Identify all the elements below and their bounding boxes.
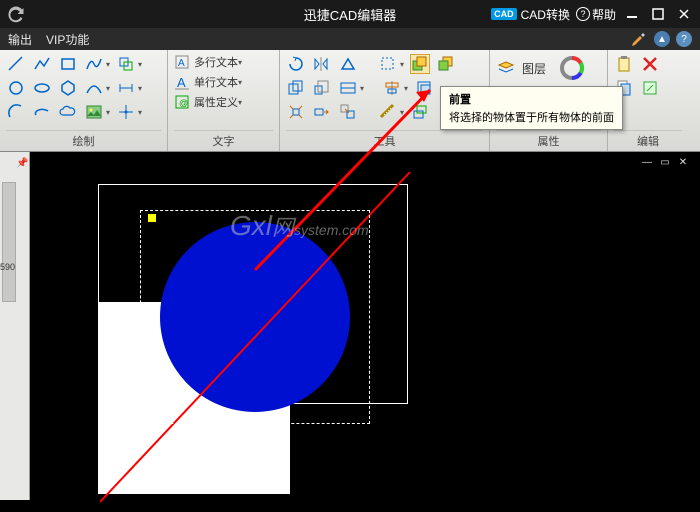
ribbon-group-text: A 多行文本 ▾ A 单行文本 ▾ @ 属性定义 ▾ 文字: [168, 50, 280, 151]
ribbon-group-draw: ▾ ▾ ▾ ▾ ▾ ▾ 绘制: [0, 50, 168, 151]
layer-button[interactable]: 图层: [522, 60, 546, 77]
help-label: 帮助: [592, 6, 616, 23]
cad-badge-icon: CAD: [491, 8, 517, 20]
pin-icon[interactable]: 📌: [16, 158, 28, 169]
selection-handle[interactable]: [148, 214, 156, 222]
crop-tool[interactable]: [414, 78, 434, 98]
curve-tool[interactable]: [84, 78, 104, 98]
point-tool[interactable]: [116, 102, 136, 122]
draw-group-label: 绘制: [6, 130, 161, 151]
flip-tool[interactable]: [338, 54, 358, 74]
polygon-tool[interactable]: [58, 78, 78, 98]
paste-button[interactable]: [614, 54, 634, 74]
tooltip-description: 将选择的物体置于所有物体的前面: [449, 109, 614, 125]
spline-tool[interactable]: [84, 54, 104, 74]
move-tool[interactable]: [338, 102, 358, 122]
selection-box[interactable]: [140, 210, 370, 424]
canvas-close-button[interactable]: ✕: [676, 156, 690, 168]
scrollbar-thumb[interactable]: [2, 182, 16, 302]
ellipse-tool[interactable]: [32, 78, 52, 98]
attr-define-label: 属性定义: [194, 94, 238, 110]
cut-button[interactable]: [640, 78, 660, 98]
edit-group-label: 编辑: [614, 130, 682, 151]
tooltip-title: 前置: [449, 91, 614, 107]
svg-text:A: A: [177, 75, 186, 90]
cad-convert-label: CAD转换: [521, 6, 570, 23]
rotate-tool[interactable]: [286, 54, 306, 74]
bring-front-tool[interactable]: [410, 54, 430, 74]
copy-tool[interactable]: [286, 78, 306, 98]
offset-tool[interactable]: [410, 102, 430, 122]
menu-vip[interactable]: VIP功能: [46, 31, 89, 48]
layer-manager-icon[interactable]: [496, 58, 516, 78]
cad-convert-button[interactable]: CAD CAD转换: [491, 6, 570, 23]
multiline-text-button[interactable]: A 多行文本 ▾: [174, 54, 273, 70]
layer-label: 图层: [522, 60, 546, 77]
app-title: 迅捷CAD编辑器: [304, 5, 396, 24]
ellipse-arc-tool[interactable]: [32, 102, 52, 122]
align-tool[interactable]: [382, 78, 402, 98]
props-group-label: 属性: [496, 130, 601, 151]
titlebar: 迅捷CAD编辑器 CAD CAD转换 ? 帮助: [0, 0, 700, 28]
workspace: 📌 590 — ▭ ✕: [0, 152, 700, 500]
help-icon: ?: [576, 7, 590, 21]
trim-tool[interactable]: [338, 78, 358, 98]
menu-output[interactable]: 输出: [8, 31, 32, 48]
polyline-tool[interactable]: [32, 54, 52, 74]
explode-tool[interactable]: [286, 102, 306, 122]
stretch-tool[interactable]: [312, 102, 332, 122]
left-panel: 📌 590: [0, 152, 30, 500]
measure-tool[interactable]: [378, 102, 398, 122]
circle-tool[interactable]: [6, 78, 26, 98]
tooltip-bring-front: 前置 将选择的物体置于所有物体的前面: [440, 86, 623, 130]
mirror-tool[interactable]: [312, 54, 332, 74]
close-button[interactable]: [674, 6, 694, 22]
svg-text:A: A: [178, 58, 185, 69]
image-tool[interactable]: [84, 102, 104, 122]
scale-tool[interactable]: [312, 78, 332, 98]
block-tool[interactable]: [116, 54, 136, 74]
brush-icon[interactable]: [630, 29, 648, 50]
arc-tool[interactable]: [6, 102, 26, 122]
send-back-tool[interactable]: [436, 54, 456, 74]
singleline-text-label: 单行文本: [194, 74, 238, 90]
info-icon[interactable]: ▲: [654, 31, 670, 47]
redo-button[interactable]: [4, 2, 28, 26]
help-button[interactable]: ? 帮助: [576, 6, 616, 23]
singleline-text-button[interactable]: A 单行文本 ▾: [174, 74, 273, 90]
select-tool[interactable]: [378, 54, 398, 74]
canvas-minimize-button[interactable]: —: [640, 156, 654, 168]
menubar: 输出 VIP功能 ▲ ?: [0, 28, 700, 50]
dimension-tool[interactable]: [116, 78, 136, 98]
attr-define-button[interactable]: @ 属性定义 ▾: [174, 94, 273, 110]
delete-button[interactable]: [640, 54, 660, 74]
tools-group-label: 工具: [286, 130, 483, 151]
maximize-button[interactable]: [648, 6, 668, 22]
multiline-text-label: 多行文本: [194, 54, 238, 70]
line-tool[interactable]: [6, 54, 26, 74]
canvas-maximize-button[interactable]: ▭: [658, 156, 672, 168]
cloud-tool[interactable]: [58, 102, 78, 122]
drawing-canvas[interactable]: — ▭ ✕: [30, 172, 696, 496]
text-group-label: 文字: [174, 130, 273, 151]
color-wheel-button[interactable]: [558, 54, 586, 82]
coordinate-label: 590: [0, 262, 15, 272]
svg-text:@: @: [179, 98, 188, 108]
rect-tool[interactable]: [58, 54, 78, 74]
question-icon[interactable]: ?: [676, 31, 692, 47]
minimize-button[interactable]: [622, 6, 642, 22]
